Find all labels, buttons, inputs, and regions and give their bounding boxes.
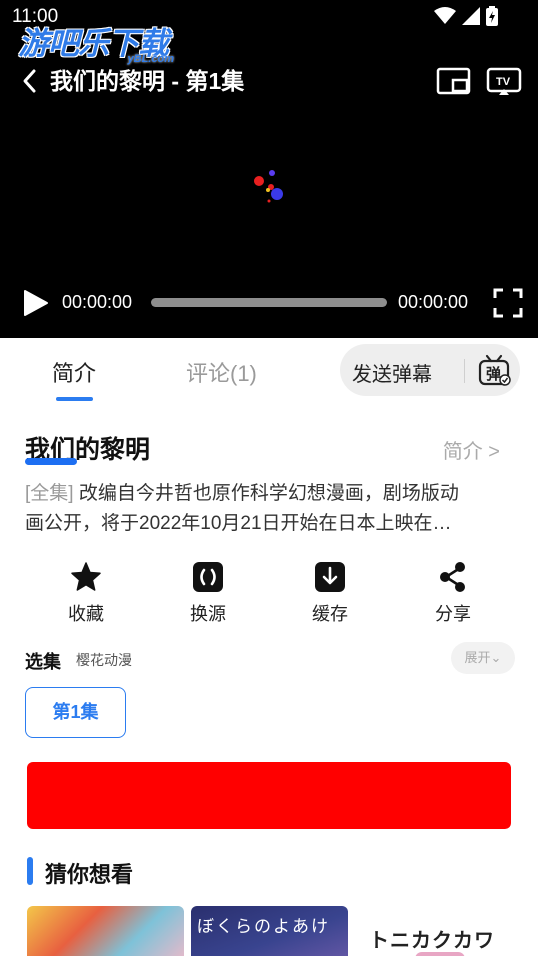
tv-cast-icon[interactable]: TV [486, 66, 522, 96]
danmaku-icon-text: 弹 [486, 365, 501, 383]
switch-source-button[interactable]: 换源 [163, 560, 253, 626]
recommend-card[interactable]: ぼくらのよあけ [191, 906, 348, 956]
action-row: 收藏 换源 缓存 分享 [0, 560, 538, 624]
tab-intro[interactable]: 简介 [52, 356, 96, 388]
download-label: 缓存 [312, 604, 348, 624]
recommend-card[interactable] [27, 906, 184, 956]
status-icons [434, 6, 498, 26]
recommend-card-title: ぼくらのよあけ [197, 917, 330, 936]
watermark-sub: yBL.com [127, 53, 174, 65]
episodes-label: 选集 [25, 652, 61, 672]
tab-comments[interactable]: 评论(1) [186, 356, 257, 388]
recommend-title: 猜你想看 [45, 862, 134, 887]
svg-text:TV: TV [496, 76, 511, 88]
total-time: 00:00:00 [398, 292, 469, 312]
video-player[interactable]: 11:00 游吧乐下载 yBL.com 我们的黎明 - 第1集 TV 00:00… [0, 0, 538, 338]
expand-label: 展开 [464, 650, 491, 665]
share-button[interactable]: 分享 [408, 560, 498, 626]
danmaku-label: 发送弹幕 [352, 364, 432, 386]
description-text-1: 改编自今井哲也原作科学幻想漫画，剧场版动 [73, 483, 459, 504]
picture-in-picture-icon[interactable] [436, 66, 472, 96]
loading-icon [254, 170, 283, 203]
battery-icon [486, 6, 498, 26]
download-icon [315, 562, 345, 592]
danmaku-toggle-icon[interactable]: 弹 [477, 353, 511, 387]
tab-active-indicator [56, 397, 93, 401]
intro-link[interactable]: 简介 > [443, 435, 500, 464]
switch-source-label: 换源 [190, 604, 226, 624]
star-icon [71, 562, 101, 591]
video-title: 我们的黎明 - 第1集 [50, 68, 245, 94]
play-icon[interactable] [20, 288, 50, 318]
description-tag: [全集] [25, 483, 74, 504]
show-description[interactable]: [全集] 改编自今井哲也原作科学幻想漫画，剧场版动 画公开，将于2022年10月… [25, 479, 517, 539]
current-time: 00:00:00 [62, 292, 133, 312]
danmaku-divider [464, 359, 465, 383]
progress-bar[interactable] [151, 298, 387, 307]
episodes-source[interactable]: 樱花动漫 [76, 650, 132, 670]
send-danmaku-button[interactable]: 发送弹幕 弹 [340, 344, 520, 396]
favorite-button[interactable]: 收藏 [41, 560, 131, 626]
app-root: 11:00 游吧乐下载 yBL.com 我们的黎明 - 第1集 TV 00:00… [0, 0, 538, 956]
description-line-2: 画公开，将于2022年10月21日开始在日本上映在… [25, 513, 452, 534]
ad-banner[interactable] [27, 762, 511, 829]
download-button[interactable]: 缓存 [285, 560, 375, 626]
switch-source-icon [193, 562, 223, 592]
share-icon [440, 562, 465, 592]
signal-icon [462, 7, 480, 25]
episode-item[interactable]: 第1集 [25, 687, 126, 738]
watermark-logo: 游吧乐下载 yBL.com [18, 18, 188, 70]
chevron-down-icon: ⌄ [490, 650, 502, 665]
show-title-underline [25, 458, 77, 465]
description-line-1: [全集] 改编自今井哲也原作科学幻想漫画，剧场版动 [25, 479, 517, 509]
fullscreen-icon[interactable] [492, 287, 524, 319]
expand-episodes-button[interactable]: 展开⌄ [451, 642, 515, 674]
favorite-label: 收藏 [68, 604, 104, 624]
share-label: 分享 [435, 604, 471, 624]
recommend-card[interactable]: トニカクカワイイ [355, 906, 512, 956]
tab-bar: 简介 评论(1) 发送弹幕 弹 [0, 338, 538, 408]
back-arrow-icon[interactable] [16, 66, 46, 96]
recommend-card-art [415, 952, 465, 956]
section-accent-bar [27, 857, 33, 885]
wifi-icon [434, 7, 456, 24]
